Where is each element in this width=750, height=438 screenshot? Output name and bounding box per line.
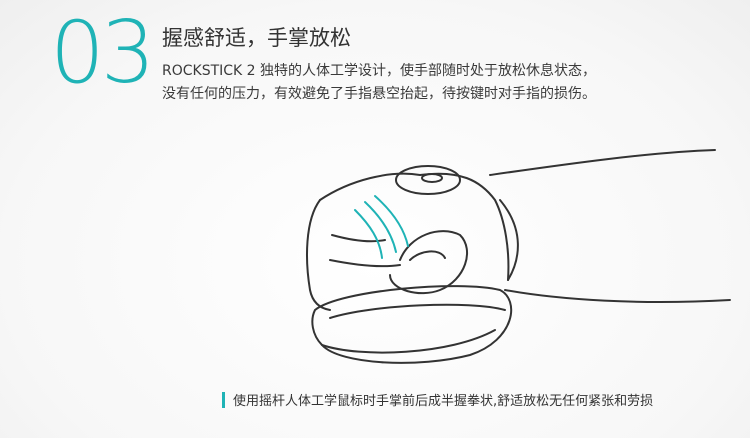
description-line-1: ROCKSTICK 2 独特的人体工学设计，使手部随时处于放松休息状态， (162, 63, 597, 79)
feature-section: 03 握感舒适，手掌放松 ROCKSTICK 2 独特的人体工学设计，使手部随时… (0, 0, 750, 438)
hand-on-joystick-icon (306, 149, 731, 364)
caption: 使用摇杆人体工学鼠标时手掌前后成半握拳状,舒适放松无任何紧张和劳损 (222, 390, 653, 409)
caption-text: 使用摇杆人体工学鼠标时手掌前后成半握拳状,舒适放松无任何紧张和劳损 (233, 394, 654, 409)
step-number: 03 (50, 3, 155, 103)
description-line-2: 没有任何的压力，有效避免了手指悬空抬起，待按键时对手指的损伤。 (162, 86, 596, 102)
feature-headline: 握感舒适，手掌放松 (162, 26, 351, 50)
caption-accent-bar (222, 391, 225, 408)
feature-description: ROCKSTICK 2 独特的人体工学设计，使手部随时处于放松休息状态， 没有任… (162, 60, 722, 106)
